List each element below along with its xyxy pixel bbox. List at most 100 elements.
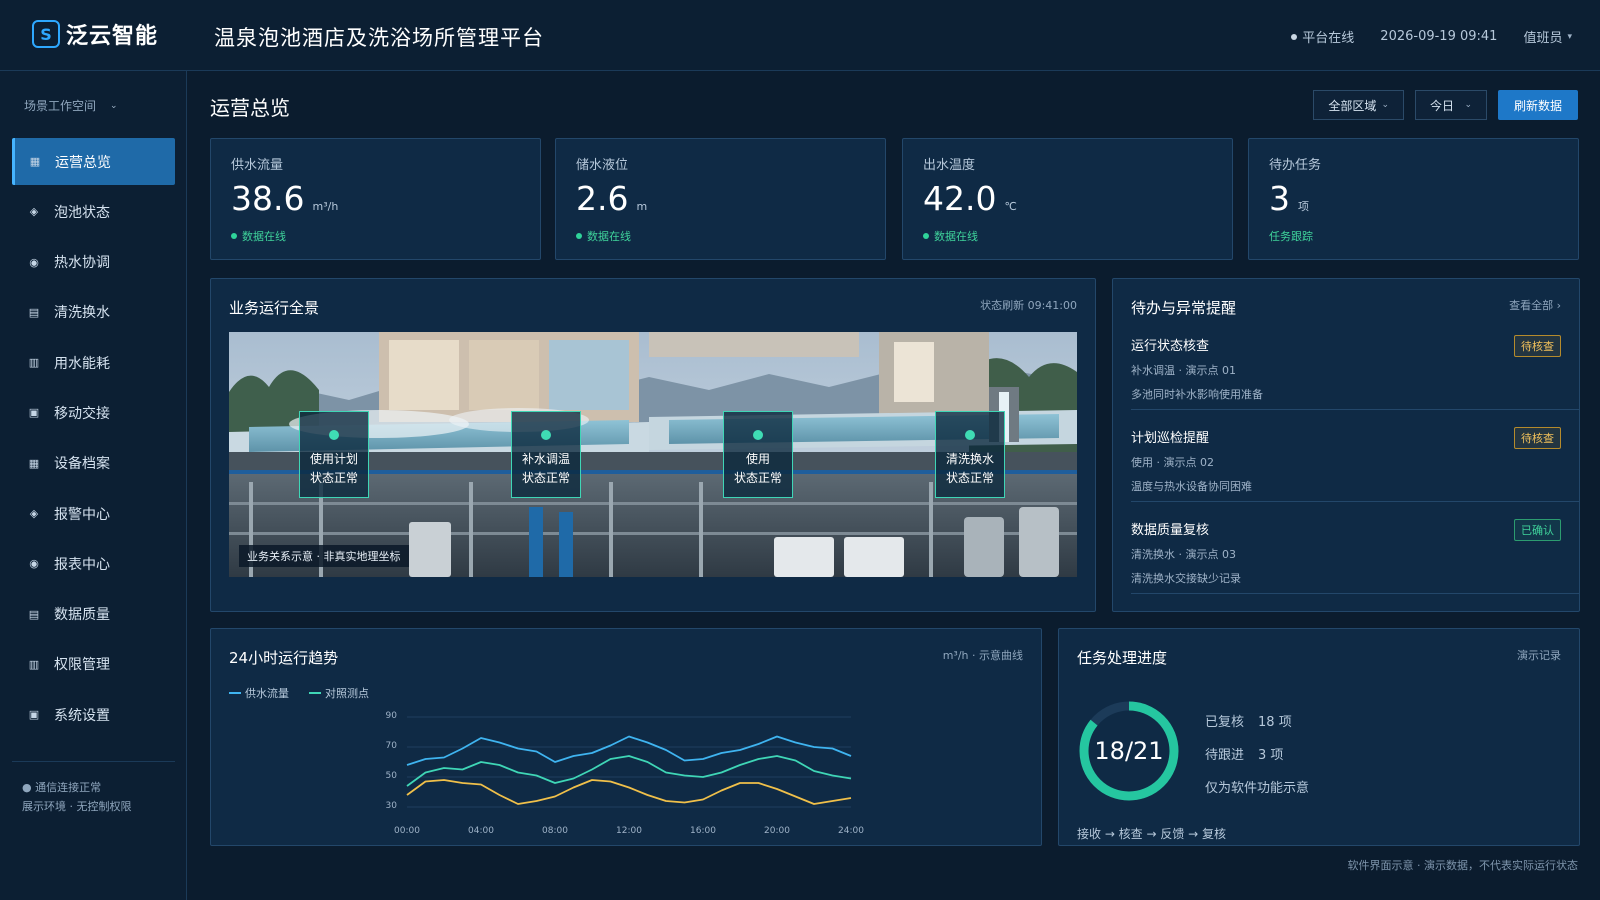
- stat-status: 数据在线: [923, 228, 978, 244]
- sidebar-footer: ● 通信连接正常 展示环境 · 无控制权限: [12, 761, 175, 816]
- sidebar-item-0[interactable]: ▦ 运营总览: [12, 138, 175, 185]
- diamond-icon: ◈: [29, 205, 39, 219]
- stat-value: 2.6: [576, 179, 629, 218]
- area-select-value: 全部区域: [1328, 98, 1377, 113]
- user-menu[interactable]: 值班员 ▾: [1523, 27, 1572, 46]
- columns-icon: ▥: [28, 657, 40, 671]
- x-tick-label: 16:00: [690, 826, 716, 836]
- reviewed-label: 已复核: [1205, 715, 1245, 730]
- hotspot-name: 使用: [745, 452, 770, 466]
- sidebar-item-9[interactable]: ▤ 数据质量: [12, 591, 175, 638]
- sidebar-item-11[interactable]: ▣ 系统设置: [12, 691, 175, 738]
- period-select[interactable]: 今日 ⌄: [1414, 90, 1487, 120]
- sidebar-item-10[interactable]: ▥ 权限管理: [12, 641, 175, 688]
- status-dot-icon: [329, 430, 339, 440]
- scene-hotspot[interactable]: 清洗换水 状态正常: [935, 411, 1005, 498]
- sidebar: 场景工作空间 ⌄ ▦ 运营总览 ◈ 泡池状态 ◉ 热水协调 ▤ 清洗换水 ▥ 用水能耗 ▣ 移动交接 ▦…: [0, 71, 187, 900]
- series-line-0: [406, 735, 852, 766]
- alert-meta: 使用 · 演示点 02: [1131, 456, 1214, 469]
- hotspot-state: 状态正常: [945, 471, 994, 485]
- scene-title: 业务运行全景: [229, 299, 320, 317]
- sidebar-item-8[interactable]: ◉ 报表中心: [12, 540, 175, 587]
- chevron-down-icon: ⌄: [110, 100, 118, 111]
- hotspot-name: 补水调温: [521, 452, 570, 466]
- stat-unit: m: [636, 200, 648, 213]
- current-datetime: 2026-09-19 09:41: [1380, 29, 1498, 44]
- hotspot-state: 状态正常: [521, 471, 570, 485]
- diamond-icon: ◈: [29, 507, 39, 521]
- progress-title: 任务处理进度: [1077, 649, 1168, 667]
- sidebar-item-6[interactable]: ▦ 设备档案: [12, 440, 175, 487]
- y-tick-label: 90: [385, 711, 397, 721]
- view-all-link[interactable]: 查看全部 ›: [1509, 297, 1561, 313]
- area-select[interactable]: 全部区域 ⌄: [1313, 90, 1404, 120]
- series-line-2: [406, 779, 852, 805]
- alert-item[interactable]: 数据质量复核 清洗换水 · 演示点 03 清洗换水交接缺少记录 已确认: [1131, 519, 1561, 586]
- list-icon: ▤: [28, 607, 40, 621]
- chevron-down-icon: ▾: [1567, 31, 1572, 42]
- sidebar-item-label: 设备档案: [54, 456, 110, 473]
- square-icon: ▣: [28, 406, 40, 420]
- divider: [1131, 501, 1579, 502]
- connection-status-text: 通信连接正常: [35, 781, 102, 794]
- status-dot-icon: [231, 233, 237, 239]
- list-icon: ▤: [28, 305, 40, 319]
- scene-hotspot[interactable]: 使用 状态正常: [723, 411, 793, 498]
- followup-count: 待跟进 3 项: [1205, 744, 1283, 763]
- status-dot-icon: [576, 233, 582, 239]
- sidebar-nav: ▦ 运营总览 ◈ 泡池状态 ◉ 热水协调 ▤ 清洗换水 ▥ 用水能耗 ▣ 移动交接 ▦ 设备档案 ◈ 报警中心…: [12, 138, 175, 742]
- x-tick-label: 00:00: [394, 826, 420, 836]
- divider: [1131, 593, 1579, 594]
- scene-hotspot[interactable]: 使用计划 状态正常: [299, 411, 369, 498]
- square-icon: ▣: [28, 708, 40, 722]
- page-title: 运营总览: [210, 96, 290, 120]
- stat-card: 待办任务 3 项任务跟踪: [1248, 138, 1579, 260]
- toolbar: 全部区域 ⌄ 今日 ⌄ 刷新数据: [1302, 90, 1578, 120]
- alerts-panel: 待办与异常提醒 查看全部 › 运行状态核查 补水调温 · 演示点 01 多池同时补水…: [1112, 278, 1580, 612]
- progress-note: 演示记录: [1517, 649, 1561, 662]
- progress-ratio: 18/21: [1094, 737, 1164, 765]
- brand-logo-icon: S: [32, 20, 60, 48]
- platform-status: 平台在线: [1291, 27, 1354, 46]
- scene-hotspot[interactable]: 补水调温 状态正常: [511, 411, 581, 498]
- status-badge: 待核查: [1514, 335, 1561, 357]
- alert-desc: 温度与热水设备协同困难: [1131, 480, 1252, 493]
- alert-meta: 清洗换水 · 演示点 03: [1131, 548, 1236, 561]
- scene-panel: 业务运行全景 状态刷新 09:41:00 使用计划 状态正常 补水调温 状态正常…: [210, 278, 1096, 612]
- sidebar-item-label: 报表中心: [54, 556, 110, 573]
- sidebar-item-4[interactable]: ▥ 用水能耗: [12, 339, 175, 386]
- stat-unit: m³/h: [312, 200, 339, 213]
- scene-illustration: 使用计划 状态正常 补水调温 状态正常 使用 状态正常 清洗换水 状态正常 业务关系示意 · …: [229, 332, 1077, 577]
- hotspot-state: 状态正常: [733, 471, 782, 485]
- sidebar-item-1[interactable]: ◈ 泡池状态: [12, 188, 175, 235]
- chevron-down-icon: ⌄: [1464, 100, 1472, 110]
- x-tick-label: 24:00: [838, 826, 864, 836]
- sidebar-item-7[interactable]: ◈ 报警中心: [12, 490, 175, 537]
- stat-status-text: 数据在线: [242, 230, 286, 243]
- sidebar-item-2[interactable]: ◉ 热水协调: [12, 239, 175, 286]
- stat-value: 38.6: [231, 179, 305, 218]
- stat-status-text: 数据在线: [934, 230, 978, 243]
- scene-disclaimer: 业务关系示意 · 非真实地理坐标: [239, 545, 409, 567]
- sidebar-item-label: 运营总览: [55, 154, 111, 171]
- hotspot-name: 使用计划: [309, 452, 358, 466]
- x-tick-label: 12:00: [616, 826, 642, 836]
- refresh-button[interactable]: 刷新数据: [1497, 90, 1578, 120]
- stat-card: 供水流量 38.6 m³/h 数据在线: [210, 138, 541, 260]
- footnote: 软件界面示意 · 演示数据，不代表实际运行状态: [1347, 859, 1579, 872]
- sidebar-item-label: 权限管理: [54, 657, 110, 674]
- demo-note: 仅为软件功能示意: [1205, 781, 1310, 796]
- sidebar-item-label: 数据质量: [54, 607, 110, 624]
- sidebar-item-3[interactable]: ▤ 清洗换水: [12, 289, 175, 336]
- stat-status: 数据在线: [231, 228, 286, 244]
- sidebar-item-5[interactable]: ▣ 移动交接: [12, 389, 175, 436]
- stat-unit: ℃: [1004, 200, 1017, 213]
- brand-name: 泛云智能: [66, 24, 159, 49]
- workspace-switcher[interactable]: 场景工作空间 ⌄: [24, 97, 118, 114]
- alert-item[interactable]: 计划巡检提醒 使用 · 演示点 02 温度与热水设备协同困难 待核查: [1131, 427, 1561, 494]
- workspace-label: 场景工作空间: [24, 99, 97, 113]
- workflow-steps: 接收 → 核查 → 反馈 → 复核: [1077, 827, 1227, 841]
- status-badge: 已确认: [1514, 519, 1561, 541]
- alert-item[interactable]: 运行状态核查 补水调温 · 演示点 01 多池同时补水影响使用准备 待核查: [1131, 335, 1561, 402]
- stat-status: 任务跟踪: [1269, 228, 1313, 244]
